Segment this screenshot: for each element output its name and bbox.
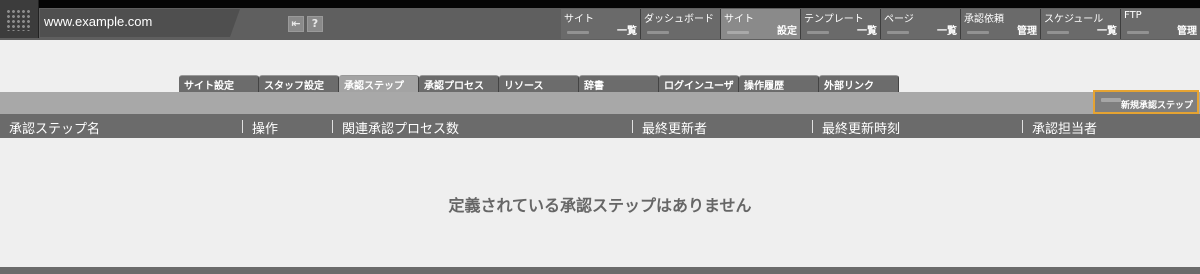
menu-label: テンプレート <box>804 14 864 25</box>
menu-label: サイト <box>724 14 754 25</box>
tab-external-links[interactable]: 外部リンク <box>819 75 899 92</box>
tab-operation-history[interactable]: 操作履歴 <box>739 75 819 92</box>
col-last-updated-time[interactable]: 最終更新時刻 <box>822 118 900 137</box>
back-button[interactable]: ⇤ <box>288 16 304 32</box>
table-header: 承認ステップ名 操作 関連承認プロセス数 最終更新者 最終更新時刻 承認担当者 <box>0 114 1200 138</box>
menu-sub-label: 一覧 <box>937 26 957 37</box>
top-border <box>0 0 1200 8</box>
col-approver[interactable]: 承認担当者 <box>1032 118 1097 137</box>
new-approval-step-label: 新規承認ステップ <box>1120 101 1193 111</box>
menu-label: スケジュール <box>1044 14 1104 25</box>
menu-sub-label: 一覧 <box>617 26 637 37</box>
empty-state-message: 定義されている承認ステップはありません <box>448 196 752 215</box>
column-divider <box>332 120 333 133</box>
menu-approval-requests[interactable]: 承認依頼 管理 <box>961 9 1041 39</box>
menu-sub-label: 管理 <box>1017 26 1037 37</box>
menu-sub-label: 設定 <box>777 26 797 37</box>
bottom-border <box>0 267 1200 274</box>
menu-label: ページ <box>884 14 914 25</box>
col-step-name[interactable]: 承認ステップ名 <box>9 118 100 137</box>
column-divider <box>812 120 813 133</box>
action-bar <box>0 92 1200 114</box>
app-logo[interactable] <box>0 0 39 38</box>
tab-staff-settings[interactable]: スタッフ設定 <box>259 75 339 92</box>
menu-indicator <box>887 31 909 34</box>
new-approval-step-button[interactable]: 新規承認ステップ <box>1093 90 1199 114</box>
menu-indicator <box>567 31 589 34</box>
col-related-process-count[interactable]: 関連承認プロセス数 <box>342 118 459 137</box>
menu-indicator <box>807 31 829 34</box>
top-bar: www.example.com ⇤ ? サイト 一覧 ダッシュボード サイト 設… <box>0 0 1200 40</box>
column-divider <box>1022 120 1023 133</box>
site-name: www.example.com <box>44 14 153 29</box>
menu-template-list[interactable]: テンプレート 一覧 <box>801 9 881 39</box>
menu-label: FTP <box>1124 10 1142 21</box>
help-button[interactable]: ? <box>307 16 323 32</box>
menu-label: サイト <box>564 14 594 25</box>
site-name-panel: www.example.com <box>40 9 230 37</box>
menu-indicator <box>967 31 989 34</box>
tab-login-users[interactable]: ログインユーザ <box>659 75 739 92</box>
menu-sub-label: 管理 <box>1177 26 1197 37</box>
column-divider <box>632 120 633 133</box>
col-last-updated-by[interactable]: 最終更新者 <box>642 118 707 137</box>
menu-label: 承認依頼 <box>964 14 1004 25</box>
site-name-panel-tail <box>230 9 240 37</box>
menu-indicator <box>1127 31 1149 34</box>
column-divider <box>242 120 243 133</box>
grid-logo-icon <box>6 9 32 31</box>
menu-site-settings[interactable]: サイト 設定 <box>721 9 801 39</box>
menu-indicator <box>1047 31 1069 34</box>
arrow-left-icon: ⇤ <box>291 17 301 30</box>
menu-site-list[interactable]: サイト 一覧 <box>561 9 641 39</box>
menu-sub-label: 一覧 <box>857 26 877 37</box>
menu-page-list[interactable]: ページ 一覧 <box>881 9 961 39</box>
tab-site-settings[interactable]: サイト設定 <box>179 75 259 92</box>
tab-dictionary[interactable]: 辞書 <box>579 75 659 92</box>
menu-indicator <box>647 31 669 34</box>
menu-sub-label: 一覧 <box>1097 26 1117 37</box>
menu-dashboard[interactable]: ダッシュボード <box>641 9 721 39</box>
menu-schedule-list[interactable]: スケジュール 一覧 <box>1041 9 1121 39</box>
menu-indicator <box>727 31 749 34</box>
button-indicator <box>1101 98 1121 102</box>
tab-resources[interactable]: リソース <box>499 75 579 92</box>
col-operation: 操作 <box>252 122 279 137</box>
menu-ftp[interactable]: FTP 管理 <box>1121 9 1200 39</box>
menu-label: ダッシュボード <box>644 14 714 25</box>
tab-approval-steps[interactable]: 承認ステップ <box>339 75 419 92</box>
tab-approval-process[interactable]: 承認プロセス <box>419 75 499 92</box>
